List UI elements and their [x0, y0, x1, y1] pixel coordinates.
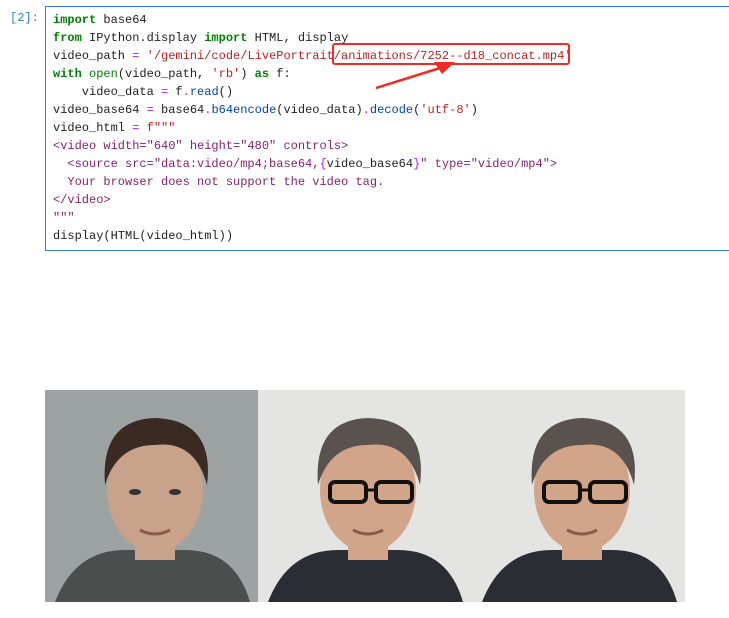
face-image [481, 418, 677, 602]
video-frame-animated-face [471, 390, 685, 602]
video-frame-source-face [45, 390, 259, 602]
video-output[interactable] [45, 390, 685, 602]
face-image [268, 418, 464, 602]
face-image [55, 418, 250, 602]
video-frame-animated-face [258, 390, 472, 602]
annotation-arrow-icon [375, 62, 455, 90]
